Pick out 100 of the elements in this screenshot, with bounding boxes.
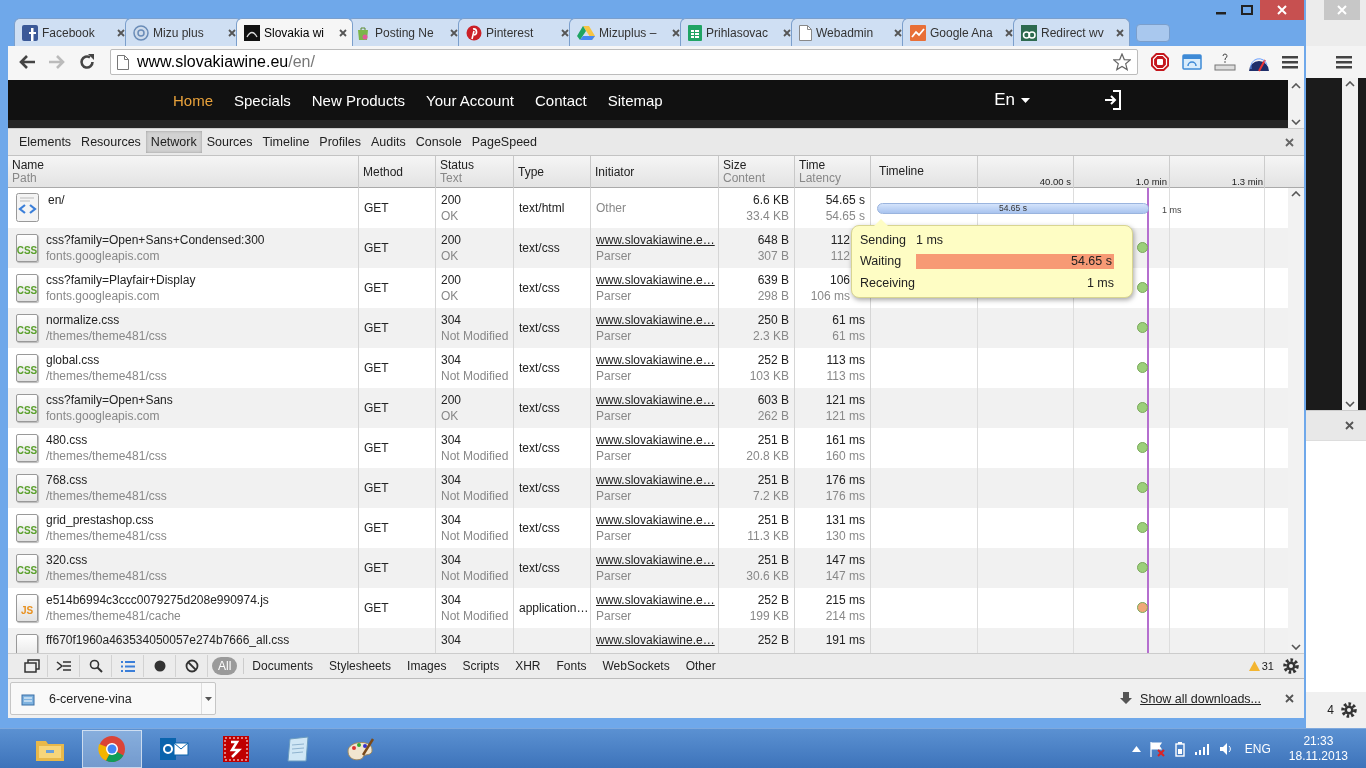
status-text: Not Modified [441,488,508,504]
devtools-tab[interactable]: Elements [14,131,77,153]
filter-tab[interactable]: WebSockets [594,657,678,675]
battery-icon[interactable] [1172,740,1187,757]
initiator-link[interactable]: www.slovakiawine.e… [596,512,713,528]
initiator-link[interactable]: www.slovakiawine.e… [596,352,713,368]
tick-label: 40.00 s [1038,176,1072,188]
browser-tab[interactable]: Redirect wv [1013,18,1130,46]
search-icon[interactable] [88,659,103,673]
tick-label: 1.3 min [1230,176,1264,188]
nav-link[interactable]: Specials [234,91,291,109]
close-icon[interactable] [1116,28,1124,37]
filter-tab[interactable]: Stylesheets [321,657,400,675]
table-cell-text: text/css [519,480,561,496]
nav-link[interactable]: New Products [311,91,406,109]
record-icon[interactable] [153,660,166,672]
browser-tab[interactable]: Slovakia wi [236,18,353,46]
status-code: 304 [441,472,463,488]
show-all-link[interactable]: Show all downloads... [1140,691,1261,706]
mail-icon[interactable] [159,735,189,762]
clear-icon[interactable] [184,659,199,673]
menu-icon[interactable] [1336,55,1352,69]
tray-icon[interactable] [1214,52,1236,72]
circle-logo-icon[interactable] [98,734,126,763]
nav-link[interactable]: Contact [534,91,587,109]
dock-icon[interactable] [23,659,40,673]
filter-tab[interactable]: XHR [507,657,549,675]
table-cell-text: text/css [519,280,561,296]
address-bar[interactable]: www.slovakiawine.eu/en/ [110,49,1138,75]
initiator-link[interactable]: www.slovakiawine.e… [596,312,713,328]
close-icon [1337,5,1347,15]
devtools-tab[interactable]: Network [145,131,202,153]
flag-icon[interactable] [1148,740,1165,757]
language-selector[interactable]: En [994,90,1030,110]
notepad-icon[interactable] [284,734,312,763]
content-size: 11.3 KB [747,528,789,544]
close-icon[interactable] [1285,137,1294,147]
initiator-link[interactable]: www.slovakiawine.e… [596,272,713,288]
initiator-link[interactable]: www.slovakiawine.e… [596,392,713,408]
list-icon[interactable] [119,659,136,673]
devtools-tab[interactable]: Console [410,131,467,153]
filter-tab[interactable]: Images [399,657,455,675]
speaker-icon[interactable] [1218,741,1233,756]
filter-tab[interactable]: Documents [244,657,322,675]
scrollbar[interactable] [1288,188,1304,653]
menu-icon[interactable] [1282,55,1298,69]
close-icon[interactable] [561,28,569,37]
devtools-tab[interactable]: Audits [366,131,411,153]
initiator-link[interactable]: www.slovakiawine.e… [596,232,713,248]
chevron-up-icon[interactable] [1131,745,1141,752]
devtools-tab[interactable]: Timeline [257,131,315,153]
scrollbar[interactable] [1288,80,1304,128]
login-icon[interactable] [1104,90,1122,110]
close-icon[interactable] [228,28,236,37]
initiator-link[interactable]: www.slovakiawine.e… [596,472,713,488]
column-header[interactable]: Timeline [871,156,978,188]
close-icon[interactable] [1345,421,1354,430]
close-icon[interactable] [117,28,125,37]
close-button[interactable] [1260,0,1304,20]
initiator-link[interactable]: www.slovakiawine.e… [596,552,713,568]
close-icon[interactable] [450,28,458,37]
close-icon[interactable] [1285,694,1294,703]
language-indicator[interactable]: ENG [1244,741,1271,756]
devtools-tab[interactable]: Profiles [314,131,367,153]
nav-link[interactable]: Your Account [426,91,514,109]
close-icon[interactable] [672,28,680,37]
lightning-logo-icon[interactable] [222,734,250,763]
filter-tab[interactable]: Other [677,657,724,675]
signal-icon[interactable] [1194,742,1211,755]
devtools-tab[interactable]: PageSpeed [466,131,542,153]
taskbar-button[interactable] [82,729,142,768]
devtools-tab[interactable]: Resources [76,131,146,153]
filter-tab[interactable]: Scripts [454,657,508,675]
close-icon[interactable] [339,28,347,37]
window-icon[interactable] [1182,53,1202,71]
scrollbar[interactable] [1342,78,1358,410]
nav-link[interactable]: Home [173,91,213,109]
back-icon[interactable] [18,54,36,70]
reload-icon[interactable] [78,53,96,71]
file-path: fonts.googleapis.com [46,248,161,264]
maximize-icon[interactable] [1241,5,1253,15]
close-icon[interactable] [783,28,791,37]
table-row[interactable]: CSS css?family=Open+Sans fonts.googleapis.com GET 200 OK text/css www.slovakiawine.e… Parser 603 B 262 B 121 ms 121 ms [8,388,1288,428]
filter-tab[interactable]: Fonts [548,657,595,675]
dropdown-button[interactable] [201,683,215,714]
nav-link[interactable]: Sitemap [607,91,663,109]
clock[interactable]: 21:33 18.11.2013 [1288,733,1348,764]
stop-sign-icon[interactable] [1150,52,1170,72]
initiator-link[interactable]: www.slovakiawine.e… [596,592,713,608]
table-row[interactable]: ff670f1960a463534050057e274b7666_all.css 304 www.slovakiawine.e… 252 B 191 ms [8,628,1288,653]
close-icon[interactable] [894,28,902,37]
star-icon[interactable] [1113,53,1131,71]
devtools-tab[interactable]: Sources [201,131,258,153]
gear-icon[interactable] [1340,701,1358,719]
initiator-link[interactable]: www.slovakiawine.e… [596,632,713,648]
gear-icon[interactable] [1282,657,1300,675]
initiator-link[interactable]: www.slovakiawine.e… [596,432,713,448]
close-icon[interactable] [1005,28,1013,37]
console-icon[interactable] [55,659,72,673]
download-item[interactable]: 6-cervene-vina [10,682,216,715]
